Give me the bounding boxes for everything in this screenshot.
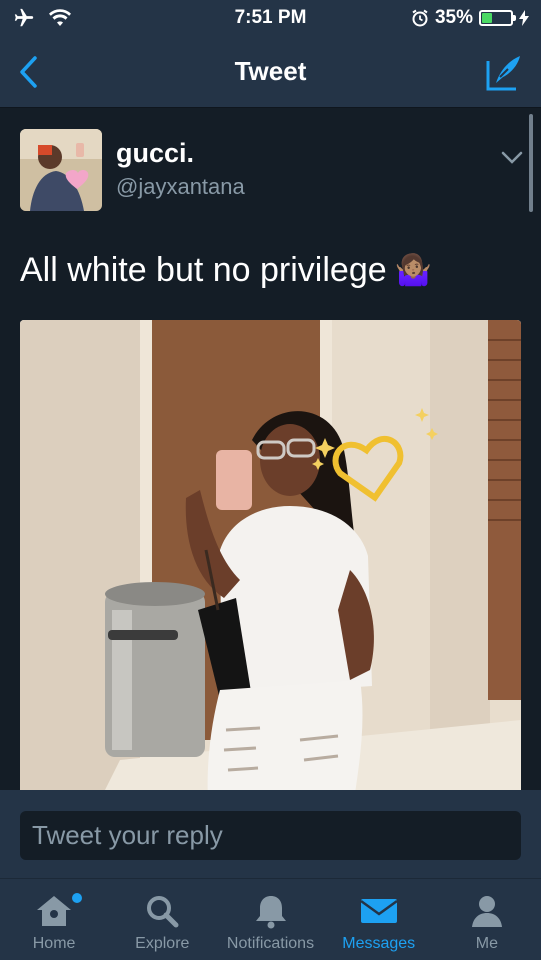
avatar[interactable]	[20, 129, 102, 211]
tab-home-label: Home	[32, 935, 76, 952]
tab-bar: Home Explore Notifications Messages Me	[0, 878, 541, 960]
display-name[interactable]: gucci.	[116, 138, 194, 169]
tweet-photo[interactable]	[20, 320, 521, 790]
tab-messages[interactable]: Messages	[325, 879, 433, 960]
battery-percent: 35%	[434, 7, 473, 28]
tab-home[interactable]: Home	[0, 879, 108, 960]
airplane-icon	[14, 8, 34, 27]
tweet-detail: gucci. @jayxantana All white but no priv…	[0, 108, 541, 790]
user-handle[interactable]: @jayxantana	[116, 174, 245, 200]
tab-notifications[interactable]: Notifications	[216, 879, 324, 960]
status-bar: 7:51 PM 35%	[0, 0, 541, 36]
tweet-text-body: All white but no privilege	[20, 251, 387, 289]
tweet-text: All white but no privilege 🤷🏽‍♀️	[20, 251, 432, 290]
battery-fill	[482, 13, 492, 23]
nav-header: Tweet	[0, 36, 541, 108]
home-notification-dot	[72, 893, 82, 903]
person-icon	[467, 891, 507, 931]
compose-feather-icon	[486, 56, 520, 91]
compose-tweet-button[interactable]	[483, 50, 527, 94]
envelope-icon	[359, 891, 399, 931]
search-icon	[142, 891, 182, 931]
status-right: 35%	[379, 7, 529, 29]
alarm-icon	[412, 9, 428, 27]
tab-explore-label: Explore	[135, 935, 190, 952]
tab-notifications-label: Notifications	[226, 935, 315, 952]
tab-explore[interactable]: Explore	[108, 879, 216, 960]
scroll-indicator	[529, 114, 533, 212]
page-title: Tweet	[234, 56, 307, 86]
tab-messages-label: Messages	[342, 935, 416, 952]
reply-input[interactable]: Tweet your reply	[20, 811, 521, 860]
charging-icon	[519, 10, 529, 26]
tab-me-label: Me	[475, 935, 499, 952]
bell-icon	[251, 891, 291, 931]
battery-icon	[479, 10, 516, 26]
chevron-down-icon[interactable]	[499, 144, 525, 170]
shrug-emoji: 🤷🏽‍♀️	[394, 254, 433, 287]
status-time: 7:51 PM	[234, 7, 307, 28]
photo-image	[20, 320, 521, 790]
chevron-left-icon	[20, 56, 37, 88]
avatar-image	[20, 129, 102, 211]
wifi-icon	[49, 9, 71, 26]
home-icon	[34, 891, 74, 931]
status-left	[12, 7, 162, 29]
tab-me[interactable]: Me	[433, 879, 541, 960]
back-button[interactable]	[10, 52, 46, 92]
reply-bar: Tweet your reply	[0, 790, 541, 878]
